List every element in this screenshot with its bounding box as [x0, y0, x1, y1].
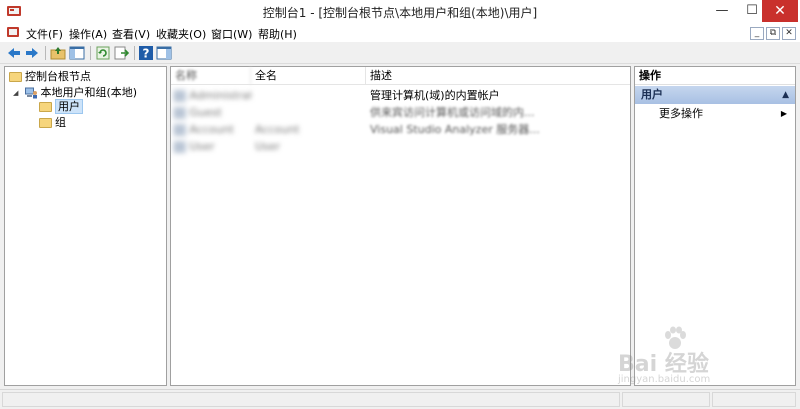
menu-action[interactable]: 操作(A)	[69, 26, 107, 42]
toolbar-separator	[134, 46, 135, 60]
result-list-pane[interactable]: 名称 全名 描述 Administrator 管理计算机(域)的内置帐户 Gue…	[170, 66, 631, 386]
list-header: 名称 全名 描述	[171, 67, 630, 85]
actions-section-users[interactable]: 用户 ▲	[635, 86, 795, 104]
show-hide-tree-icon[interactable]	[69, 45, 85, 61]
cell-fullname: Account	[255, 123, 300, 136]
cell-name: Guest	[173, 105, 251, 121]
tree-item-label: 控制台根节点	[25, 70, 91, 83]
folder-icon	[9, 72, 22, 82]
collapse-arrow-icon[interactable]: ▲	[782, 86, 789, 104]
cell-fullname: User	[255, 140, 281, 153]
expanded-arrow-icon[interactable]: ◢	[13, 85, 21, 101]
title-bar: 控制台1 - [控制台根节点\本地用户和组(本地)\用户] — ☐ ✕	[0, 0, 800, 24]
folder-icon	[39, 118, 52, 128]
console-doc-icon[interactable]	[6, 26, 20, 39]
cell-description: 供来宾访问计算机或访问域的内...	[370, 106, 535, 119]
menu-help[interactable]: 帮助(H)	[258, 26, 297, 42]
actions-title: 操作	[635, 67, 795, 85]
cell-name: Account	[173, 122, 251, 138]
cell-name: User	[173, 139, 251, 155]
tree-item-label: 用户	[55, 99, 83, 114]
tree-item-label: 本地用户和组(本地)	[40, 86, 138, 99]
watermark-url: jingyan.baidu.com	[618, 374, 711, 385]
status-segment	[2, 392, 620, 407]
user-icon	[173, 107, 186, 119]
users-computer-icon	[24, 87, 37, 99]
baidu-watermark: Bai 经验 jingyan.baidu.com	[612, 324, 782, 394]
column-header-name[interactable]: 名称	[171, 67, 251, 85]
column-header-fullname[interactable]: 全名	[251, 67, 366, 85]
more-actions-label: 更多操作	[659, 107, 703, 120]
status-segment	[622, 392, 710, 407]
more-actions-item[interactable]: 更多操作 ▶	[635, 105, 795, 123]
minimize-button[interactable]: —	[706, 0, 738, 22]
console-tree-pane[interactable]: 控制台根节点 ◢ 本地用户和组(本地) 用户 组	[4, 66, 167, 386]
toolbar-separator	[45, 46, 46, 60]
menu-favorites[interactable]: 收藏夹(O)	[156, 26, 206, 42]
actions-section-label: 用户	[641, 88, 663, 101]
tree-item-label: 组	[55, 116, 66, 129]
menu-bar: 文件(F) 操作(A) 查看(V) 收藏夹(O) 窗口(W) 帮助(H)	[0, 24, 800, 42]
svg-text:?: ?	[143, 47, 150, 61]
column-header-description[interactable]: 描述	[366, 67, 630, 85]
tree-item-groups[interactable]: 组	[39, 115, 66, 131]
cell-fullname	[255, 88, 365, 104]
tree-item-users[interactable]: 用户	[39, 99, 83, 115]
forward-arrow-icon[interactable]	[24, 45, 40, 61]
tree-item-console-root[interactable]: 控制台根节点	[9, 69, 91, 85]
refresh-icon[interactable]	[95, 45, 111, 61]
cell-description: Visual Studio Analyzer 服务器...	[370, 123, 540, 136]
menu-file[interactable]: 文件(F)	[26, 26, 63, 42]
toolbar: ?	[0, 42, 800, 64]
show-hide-action-pane-icon[interactable]	[156, 45, 172, 61]
menu-window[interactable]: 窗口(W)	[211, 26, 252, 42]
user-icon	[173, 124, 186, 136]
back-arrow-icon[interactable]	[6, 45, 22, 61]
export-list-icon[interactable]	[113, 45, 129, 61]
cell-description: 管理计算机(域)的内置帐户	[370, 89, 500, 102]
cell-fullname	[255, 105, 365, 121]
status-segment	[712, 392, 796, 407]
submenu-arrow-icon: ▶	[780, 109, 787, 118]
child-minimize-button[interactable]: _	[750, 27, 764, 40]
close-button[interactable]: ✕	[762, 0, 798, 22]
user-icon	[173, 90, 186, 102]
window-title: 控制台1 - [控制台根节点\本地用户和组(本地)\用户]	[262, 6, 538, 20]
user-icon	[173, 141, 186, 153]
folder-icon	[39, 102, 52, 112]
child-restore-button[interactable]: ⧉	[766, 27, 780, 40]
toolbar-separator	[90, 46, 91, 60]
cell-name: Administrator	[173, 88, 251, 104]
help-icon[interactable]: ?	[138, 45, 154, 61]
up-folder-icon[interactable]	[50, 45, 66, 61]
cell-description	[370, 139, 630, 155]
child-close-button[interactable]: ✕	[782, 27, 796, 40]
menu-view[interactable]: 查看(V)	[112, 26, 150, 42]
